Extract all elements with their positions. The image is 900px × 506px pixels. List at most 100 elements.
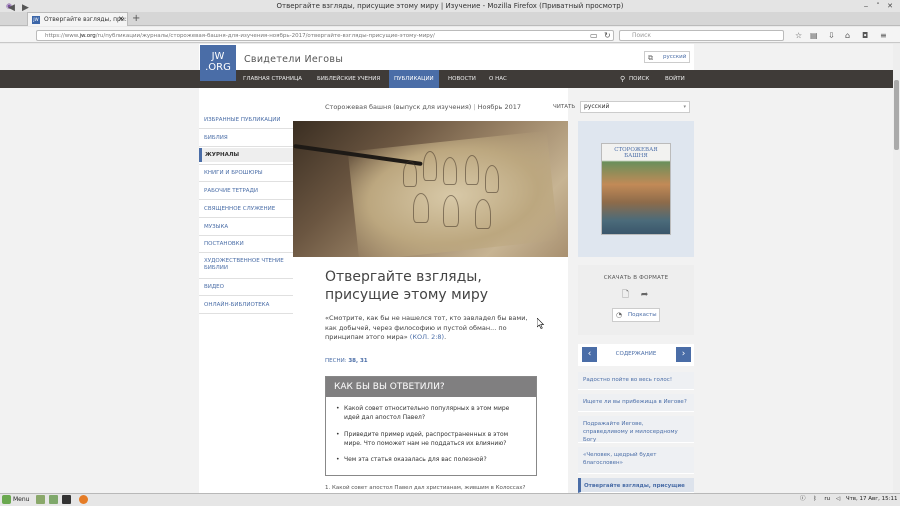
- toc-item[interactable]: Ищете ли вы прибежища в Иегове?: [578, 394, 694, 412]
- home-icon[interactable]: ⌂: [845, 30, 850, 41]
- sidebar-item-bible[interactable]: БИБЛИЯ: [199, 135, 293, 142]
- nav-bible-teachings[interactable]: БИБЛЕЙСКИЕ УЧЕНИЯ: [312, 70, 385, 88]
- main-nav: ГЛАВНАЯ СТРАНИЦА БИБЛЕЙСКИЕ УЧЕНИЯ ПУБЛИ…: [199, 70, 694, 88]
- article-title-line-2: присущие этому миру: [325, 287, 489, 303]
- file-manager-icon[interactable]: [49, 495, 58, 504]
- language-button[interactable]: ⧉ русский: [644, 51, 690, 63]
- rss-icon: ◔: [616, 311, 623, 319]
- search-placeholder: Поиск: [632, 32, 652, 39]
- download-icon[interactable]: ⇩: [828, 30, 835, 41]
- close-tab-icon[interactable]: ✕: [118, 13, 124, 26]
- songs-line: ПЕСНИ: 38, 31: [325, 358, 368, 364]
- show-desktop-icon[interactable]: [36, 495, 45, 504]
- publication-title[interactable]: Сторожевая башня (выпуск для изучения) |…: [325, 103, 521, 111]
- question-item: • Приведите пример идей, распространенных…: [336, 431, 509, 447]
- article-title: Отвергайте взгляды, присущие этому миру: [325, 268, 545, 304]
- nav-publications[interactable]: ПУБЛИКАЦИИ: [389, 70, 439, 88]
- read-label: ЧИТАТЬ: [553, 104, 576, 110]
- start-menu-button[interactable]: Menu: [2, 495, 29, 504]
- sidebar-item-featured[interactable]: ИЗБРАННЫЕ ПУБЛИКАЦИИ: [199, 117, 293, 124]
- nav-home[interactable]: ГЛАВНАЯ СТРАНИЦА: [238, 70, 307, 88]
- review-questions-title: КАК БЫ ВЫ ОТВЕТИЛИ?: [326, 377, 536, 397]
- share-icon[interactable]: ➦: [638, 289, 651, 302]
- window-title: Отвергайте взгляды, присущие этому миру …: [276, 2, 624, 10]
- question-item: • Какой совет относительно популярных в э…: [336, 405, 510, 421]
- read-language-value: русский: [584, 103, 610, 110]
- sidebar-item-dramatic-reading[interactable]: ХУДОЖЕСТВЕННОЕ ЧТЕНИЕ БИБЛИИ: [199, 258, 289, 272]
- songs-numbers[interactable]: 38, 31: [348, 358, 367, 364]
- document-download-icon[interactable]: 🗋: [619, 289, 632, 302]
- nav-search[interactable]: ⚲ ПОИСК: [617, 70, 654, 88]
- mouse-cursor-icon: [537, 318, 545, 329]
- sidebar-item-ministry[interactable]: СВЯЩЕННОЕ СЛУЖЕНИЕ: [199, 206, 293, 213]
- sidebar-item-dramas[interactable]: ПОСТАНОВКИ: [199, 241, 293, 248]
- toc-item[interactable]: Подражайте Иегове, справедливому и милос…: [578, 416, 694, 443]
- toc-item-current[interactable]: Отвергайте взгляды, присущие: [578, 478, 694, 493]
- scrollbar-thumb[interactable]: [894, 80, 899, 150]
- close-window-icon[interactable]: ✕: [886, 2, 894, 10]
- pocket-icon[interactable]: ◘: [862, 30, 868, 41]
- menu-icon: [2, 495, 11, 504]
- language-icon: ⧉: [648, 54, 653, 62]
- toc-label[interactable]: СОДЕРЖАНИЕ: [578, 351, 694, 357]
- url-bar[interactable]: https://www.jw.org/ru/публикации/журналы…: [36, 30, 614, 41]
- cover-title: СТОРОЖЕВАЯ БАШНЯ: [614, 147, 658, 159]
- maximize-icon[interactable]: ˄: [874, 2, 882, 10]
- nav-search-label: ПОИСК: [629, 76, 650, 82]
- tab-title: Отвергайте взгляды, при:: [44, 16, 127, 23]
- hamburger-menu-icon[interactable]: ≡: [880, 30, 887, 41]
- search-input[interactable]: Поиск: [619, 30, 784, 41]
- chevron-down-icon: ▾: [683, 104, 686, 110]
- bluetooth-icon[interactable]: ᛒ: [813, 496, 816, 502]
- nav-about[interactable]: О НАС: [484, 70, 512, 88]
- back-icon[interactable]: ◀: [8, 3, 15, 13]
- start-menu-label: Menu: [13, 496, 30, 503]
- terminal-icon[interactable]: [62, 495, 71, 504]
- forward-icon[interactable]: ▶: [22, 3, 29, 13]
- sidebar-item-online-library[interactable]: ОНЛАЙН-БИБЛИОТЕКА: [199, 302, 293, 309]
- sidebar-item-workbooks[interactable]: РАБОЧИЕ ТЕТРАДИ: [199, 188, 293, 195]
- theme-scripture: «Смотрите, как бы не нашелся тот, кто за…: [325, 314, 528, 341]
- volume-icon[interactable]: ◁: [836, 496, 840, 502]
- podcast-button[interactable]: ◔ Подкасты: [612, 308, 660, 322]
- clock[interactable]: Чтв, 17 Авг, 15:11: [846, 496, 898, 502]
- site-name[interactable]: Свидетели Иеговы: [244, 54, 343, 65]
- url-prefix: https://www.: [45, 33, 80, 39]
- sidebar-item-magazines[interactable]: ЖУРНАЛЫ: [199, 148, 293, 162]
- bookmark-star-icon[interactable]: ☆: [795, 30, 802, 41]
- review-questions-box: КАК БЫ ВЫ ОТВЕТИЛИ? • Какой совет относит…: [325, 376, 537, 476]
- sidebar-item-music[interactable]: МУЗЫКА: [199, 224, 293, 231]
- toc-item[interactable]: «Человек, щедрый будет благословен»: [578, 447, 694, 474]
- browser-tab[interactable]: JW Отвергайте взгляды, при: ✕: [27, 12, 128, 26]
- logo-line-1: JW: [211, 51, 225, 62]
- search-icon: ⚲: [620, 75, 626, 83]
- url-path: /ru/публикации/журналы/сторожевая-башня-…: [95, 33, 435, 39]
- reload-icon[interactable]: ↻: [604, 30, 611, 41]
- minimize-icon[interactable]: ‒: [862, 2, 870, 10]
- publications-sidebar: ИЗБРАННЫЕ ПУБЛИКАЦИИ БИБЛИЯ ЖУРНАЛЫ КНИГ…: [199, 88, 293, 493]
- url-domain: jw.org: [79, 33, 96, 39]
- scripture-ref-link[interactable]: (КОЛ. 2:8): [410, 333, 444, 341]
- nav-news[interactable]: НОВОСТИ: [443, 70, 481, 88]
- sidebar-item-video[interactable]: ВИДЕО: [199, 284, 293, 291]
- article-title-line-1: Отвергайте взгляды,: [325, 269, 482, 285]
- paragraph-question: 1. Какой совет апостол Павел дал христиа…: [325, 485, 526, 491]
- taskbar: [0, 493, 900, 506]
- window-titlebar: Отвергайте взгляды, присущие этому миру …: [0, 0, 900, 12]
- library-icon[interactable]: ▤: [810, 30, 818, 41]
- system-tray: ⓘ ᛒ ru ◁ Чтв, 17 Авг, 15:11: [800, 495, 898, 504]
- jw-favicon-icon: JW: [32, 16, 40, 24]
- network-icon[interactable]: ⓘ: [800, 496, 806, 502]
- language-label: русский: [663, 54, 687, 60]
- sidebar-item-books[interactable]: КНИГИ И БРОШЮРЫ: [199, 170, 293, 177]
- magazine-cover-image[interactable]: СТОРОЖЕВАЯ БАШНЯ: [601, 143, 671, 235]
- toc-item[interactable]: Радостно пойте во весь голос!: [578, 372, 694, 390]
- firefox-icon[interactable]: [79, 495, 88, 504]
- new-tab-button[interactable]: +: [132, 13, 140, 25]
- nav-login[interactable]: ВОЙТИ: [660, 70, 690, 88]
- keyboard-layout[interactable]: ru: [824, 496, 830, 502]
- read-language-select[interactable]: русский ▾: [580, 101, 690, 113]
- download-title: СКАЧАТЬ В ФОРМАТЕ: [603, 275, 669, 281]
- reader-view-icon[interactable]: ▭: [590, 30, 598, 41]
- podcast-label: Подкасты: [628, 312, 657, 318]
